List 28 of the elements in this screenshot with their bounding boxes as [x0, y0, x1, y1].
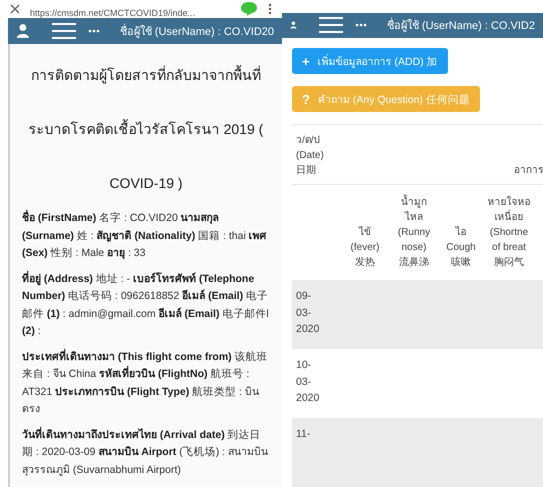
menu-icon[interactable]	[318, 17, 343, 34]
close-icon[interactable]	[10, 4, 20, 14]
page-title-line: การติดตามผู้โดยสารที่กลับมาจากพื้นที่	[30, 64, 262, 86]
detail-paragraph: ชื่อ (FirstName) 名字 : CO.VID20 นามสกุล (Surname) 姓 : สัญชาติ (Nationality) 国籍 : thai เพศ (Sex) 性别 : Male อายุ : 33	[22, 210, 270, 262]
column-header: หายใจหอ เหนื่อย (Shortne of breat 胸闷气	[486, 195, 532, 270]
kebab-menu-icon[interactable]	[268, 3, 272, 15]
detail-paragraph: วันที่เดินทางมาถึงประเทศไทย (Arrival date) 到达日期 : 2020-03-09 สนามบิน Airport (飞机场) : สนามบินสุวรรณภูมิ (Suvarnabhumi Airport)	[22, 426, 269, 478]
page-title-line: COVID-19 )	[108, 174, 184, 193]
date-cell-text: 09- 03- 2020	[296, 289, 320, 337]
add-button[interactable]: + เพิ่มข้อมูลอาการ (ADD) 加	[292, 48, 448, 74]
user-icon[interactable]	[16, 22, 30, 40]
date-cell-text: 11-	[296, 427, 312, 442]
username-label: ชื่อผู้ใช้ (UserName) : CO.VID2	[386, 16, 535, 34]
page-title-line: ระบาดโรคติดเชื้อไวรัสโคโรนา 2019 (	[28, 118, 264, 139]
date-cell-text: 10- 03- 2020	[296, 358, 320, 406]
question-button[interactable]: ? คำถาม (Any Question) 任何问题	[292, 86, 480, 112]
column-header: ไอ Cough 咳嗽	[445, 225, 477, 270]
detail-paragraph: ที่อยู่ (Address) 地址 : - เบอร์โทรศัพท์ (Telephone Number) 电话号码 : 0962618852 อีเมล์ (Email) 电子邮件 (1) : admin@gmail.com อีเมล์ (Email) 电子邮件l (2) :	[22, 270, 270, 339]
column-header: น้ำมูก ไหล (Runny nose) 流鼻涕	[388, 195, 440, 270]
username-label: ชื่อผู้ใช้ (UserName) : CO.VID20	[120, 22, 274, 40]
detail-paragraph: ประเทศที่เดินทางมา (This flight come from) 该航班来自 : จีน China รหัสเที่ยวบิน (FlightNo) 航班号 : AT321 ประเภทการบิน (Flight Type) 航班类型 : บินตรง	[22, 348, 269, 417]
column-header: ว/ด/ป (Date) 日期	[296, 134, 324, 178]
more-icon[interactable]	[88, 29, 100, 33]
column-group-header: อาการ	[514, 164, 543, 178]
more-icon[interactable]	[354, 23, 367, 28]
url-text: https://cmsdm.net/CMCTCOVID19/inde...	[30, 7, 196, 18]
menu-icon[interactable]	[52, 23, 76, 39]
column-header: ไข้ (fever) 发热	[350, 225, 380, 270]
